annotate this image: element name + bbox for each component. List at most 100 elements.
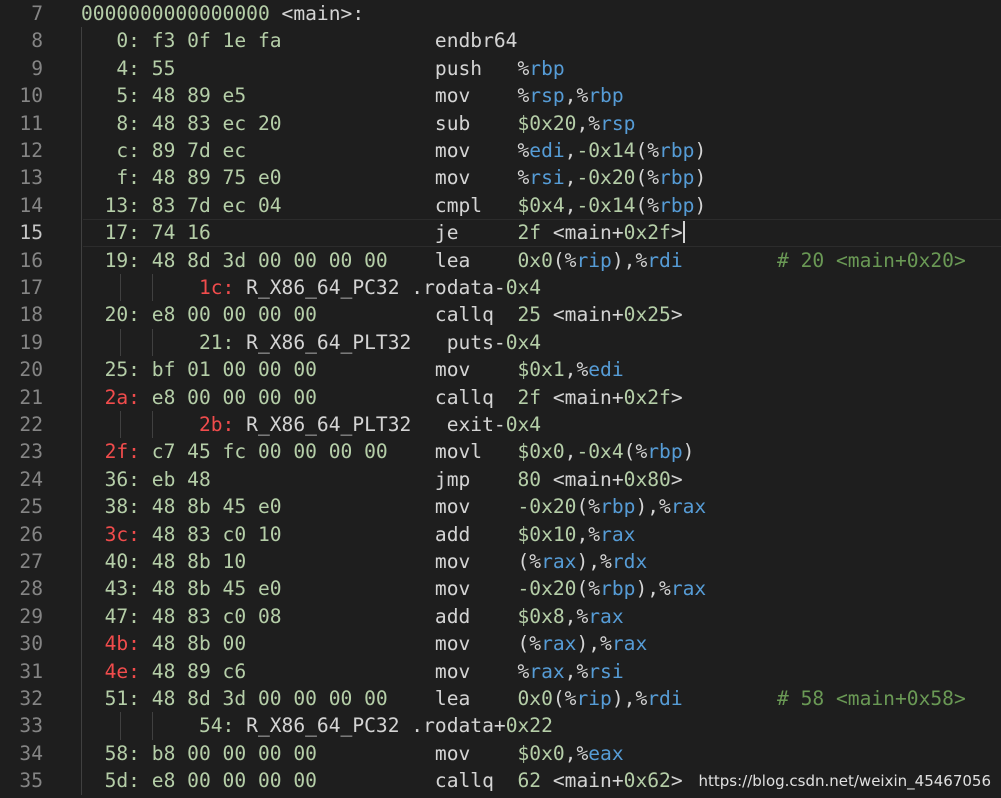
code-token: 51: (81, 687, 140, 710)
code-line[interactable]: 26 3c: 48 83 c0 10 add $0x10,%rax (0, 521, 1001, 548)
code-token: <main+ (541, 467, 624, 491)
code-line[interactable]: 14 13: 83 7d ec 04 cmpl $0x4,-0x14(%rbp) (0, 192, 1001, 219)
code-token: ),% (635, 495, 671, 519)
code-token: 80 (517, 467, 542, 491)
code-line[interactable]: 27 40: 48 8b 10 mov (%rax),%rdx (0, 548, 1001, 575)
code-token: 38: (81, 495, 140, 519)
code-text: 38: 48 8b 45 e0 mov -0x20(%rbp),%rax (81, 493, 707, 520)
indent-guide (119, 328, 121, 357)
code-token: c7 45 fc 00 00 00 00 (139, 440, 388, 464)
code-line[interactable]: 16 19: 48 8d 3d 00 00 00 00 lea 0x0(%rip… (0, 247, 1001, 274)
code-line[interactable]: 18 20: e8 00 00 00 00 callq 25 <main+0x2… (0, 301, 1001, 328)
code-text: 25: bf 01 00 00 00 mov $0x1,%edi (81, 356, 624, 383)
line-number: 12 (19, 139, 43, 162)
code-line[interactable]: 20 25: bf 01 00 00 00 mov $0x1,%edi (0, 356, 1001, 383)
code-token: rip (576, 248, 612, 272)
code-token: (% (635, 166, 660, 190)
code-token: 48 83 ec 20 (139, 111, 282, 135)
code-line[interactable]: 33 54: R_X86_64_PC32 .rodata+0x22 (0, 712, 1001, 739)
code-text: 0: f3 0f 1e fa endbr64 (81, 27, 517, 54)
code-editor[interactable]: 7 0000000000000000 <main>: 8 0: f3 0f 1e f… (0, 0, 1001, 798)
code-line[interactable]: 34 58: b8 00 00 00 00 mov $0x0,%eax (0, 740, 1001, 767)
line-number: 29 (19, 604, 43, 628)
code-token: endbr64 (281, 29, 518, 53)
line-number: 32 (19, 687, 43, 710)
indent-guide (81, 739, 82, 768)
indent-guide (81, 219, 82, 247)
code-line[interactable]: 21 2a: e8 00 00 00 00 callq 2f <main+0x2… (0, 384, 1001, 411)
code-token: 8: (81, 111, 140, 135)
code-token: (% (623, 440, 648, 464)
code-line[interactable]: 31 4e: 48 89 c6 mov %rax,%rsi (0, 658, 1001, 685)
code-line[interactable]: 13 f: 48 89 75 e0 mov %rsi,-0x20(%rbp) (0, 164, 1001, 191)
code-token: > (670, 303, 683, 327)
code-token: <main>: (269, 2, 365, 25)
code-token: edi (588, 358, 624, 382)
line-number: 10 (19, 84, 43, 108)
code-token: 5: (81, 84, 140, 108)
code-token: 48 89 c6 (139, 659, 247, 683)
code-text: 2b: R_X86_64_PLT32 exit-0x4 (81, 411, 541, 438)
indent-guide (81, 602, 82, 631)
code-token: mov (281, 577, 518, 601)
code-line[interactable]: 22 2b: R_X86_64_PLT32 exit-0x4 (0, 411, 1001, 438)
code-token: (% (576, 495, 601, 519)
code-line[interactable]: 29 47: 48 83 c0 08 add $0x8,%rax (0, 603, 1001, 630)
code-token: eb 48 (139, 467, 211, 491)
code-token: f: (81, 166, 140, 190)
code-line[interactable]: 24 36: eb 48 jmp 80 <main+0x80> (0, 466, 1001, 493)
indent-guide (81, 54, 82, 83)
code-line[interactable]: 32 51: 48 8d 3d 00 00 00 00 lea 0x0(%rip… (0, 685, 1001, 712)
code-token: mov (246, 632, 518, 656)
code-text: 47: 48 83 c0 08 add $0x8,%rax (81, 603, 624, 630)
indent-guide (81, 685, 82, 713)
code-line[interactable]: 15 17: 74 16 je 2f <main+0x2f> (0, 219, 1001, 246)
code-line[interactable]: 12 c: 89 7d ec mov %edi,-0x14(%rbp) (0, 137, 1001, 164)
line-number: 17 (19, 276, 43, 299)
indent-guide (81, 274, 82, 302)
code-token: 0x4 (505, 413, 542, 436)
code-token: 0x62 (623, 769, 671, 793)
code-line[interactable]: 8 0: f3 0f 1e fa endbr64 (0, 27, 1001, 54)
code-token: edi (529, 139, 565, 162)
code-line[interactable]: 30 4b: 48 8b 00 mov (%rax),%rax (0, 630, 1001, 657)
code-line[interactable]: 7 0000000000000000 <main>: (0, 0, 1001, 27)
code-line[interactable]: 25 38: 48 8b 45 e0 mov -0x20(%rbp),%rax (0, 493, 1001, 520)
code-token: 55 (139, 56, 176, 80)
code-token: R_X86_64_PLT32 exit- (234, 413, 506, 436)
code-token: ,% (564, 741, 589, 765)
code-token: mov (281, 495, 518, 519)
line-number: 13 (19, 166, 43, 190)
indent-guide (152, 328, 154, 357)
code-token: -0x20 (517, 495, 577, 519)
code-token: % (517, 84, 530, 108)
code-line[interactable]: 10 5: 48 89 e5 mov %rsp,%rbp (0, 82, 1001, 109)
line-number: 33 (19, 714, 43, 738)
code-line[interactable]: 9 4: 55 push %rbp (0, 55, 1001, 82)
code-text: 2a: e8 00 00 00 00 callq 2f <main+0x2f> (81, 384, 683, 411)
indent-guide (81, 411, 82, 439)
indent-guide (81, 575, 82, 603)
indent-guide (152, 712, 154, 740)
line-number: 24 (19, 467, 43, 491)
code-token: <main+ (541, 303, 624, 327)
code-token: b8 00 00 00 00 (139, 741, 317, 765)
code-line[interactable]: 19 21: R_X86_64_PLT32 puts-0x4 (0, 329, 1001, 356)
code-token: callq (316, 769, 518, 793)
code-token: 48 89 e5 (139, 84, 247, 108)
code-token: (% (635, 139, 660, 162)
code-token: mov (246, 139, 518, 162)
code-token: 0000000000000000 (81, 2, 270, 25)
code-line[interactable]: 23 2f: c7 45 fc 00 00 00 00 movl $0x0,-0… (0, 438, 1001, 465)
code-line[interactable]: 17 1c: R_X86_64_PC32 .rodata-0x4 (0, 274, 1001, 301)
code-token: rbp (659, 139, 695, 162)
code-token: $0x1 (517, 358, 565, 382)
code-token: <main+ (541, 385, 624, 409)
code-line[interactable]: 11 8: 48 83 ec 20 sub $0x20,%rsp (0, 110, 1001, 137)
code-text: c: 89 7d ec mov %edi,-0x14(%rbp) (81, 137, 706, 164)
code-line[interactable]: 28 43: 48 8b 45 e0 mov -0x20(%rbp),%rax (0, 575, 1001, 602)
code-token: rbp (600, 495, 636, 519)
code-token: , (564, 166, 577, 190)
code-token: 48 8d 3d 00 00 00 00 (139, 687, 388, 710)
code-text: 51: 48 8d 3d 00 00 00 00 lea 0x0(%rip),%… (81, 685, 966, 712)
